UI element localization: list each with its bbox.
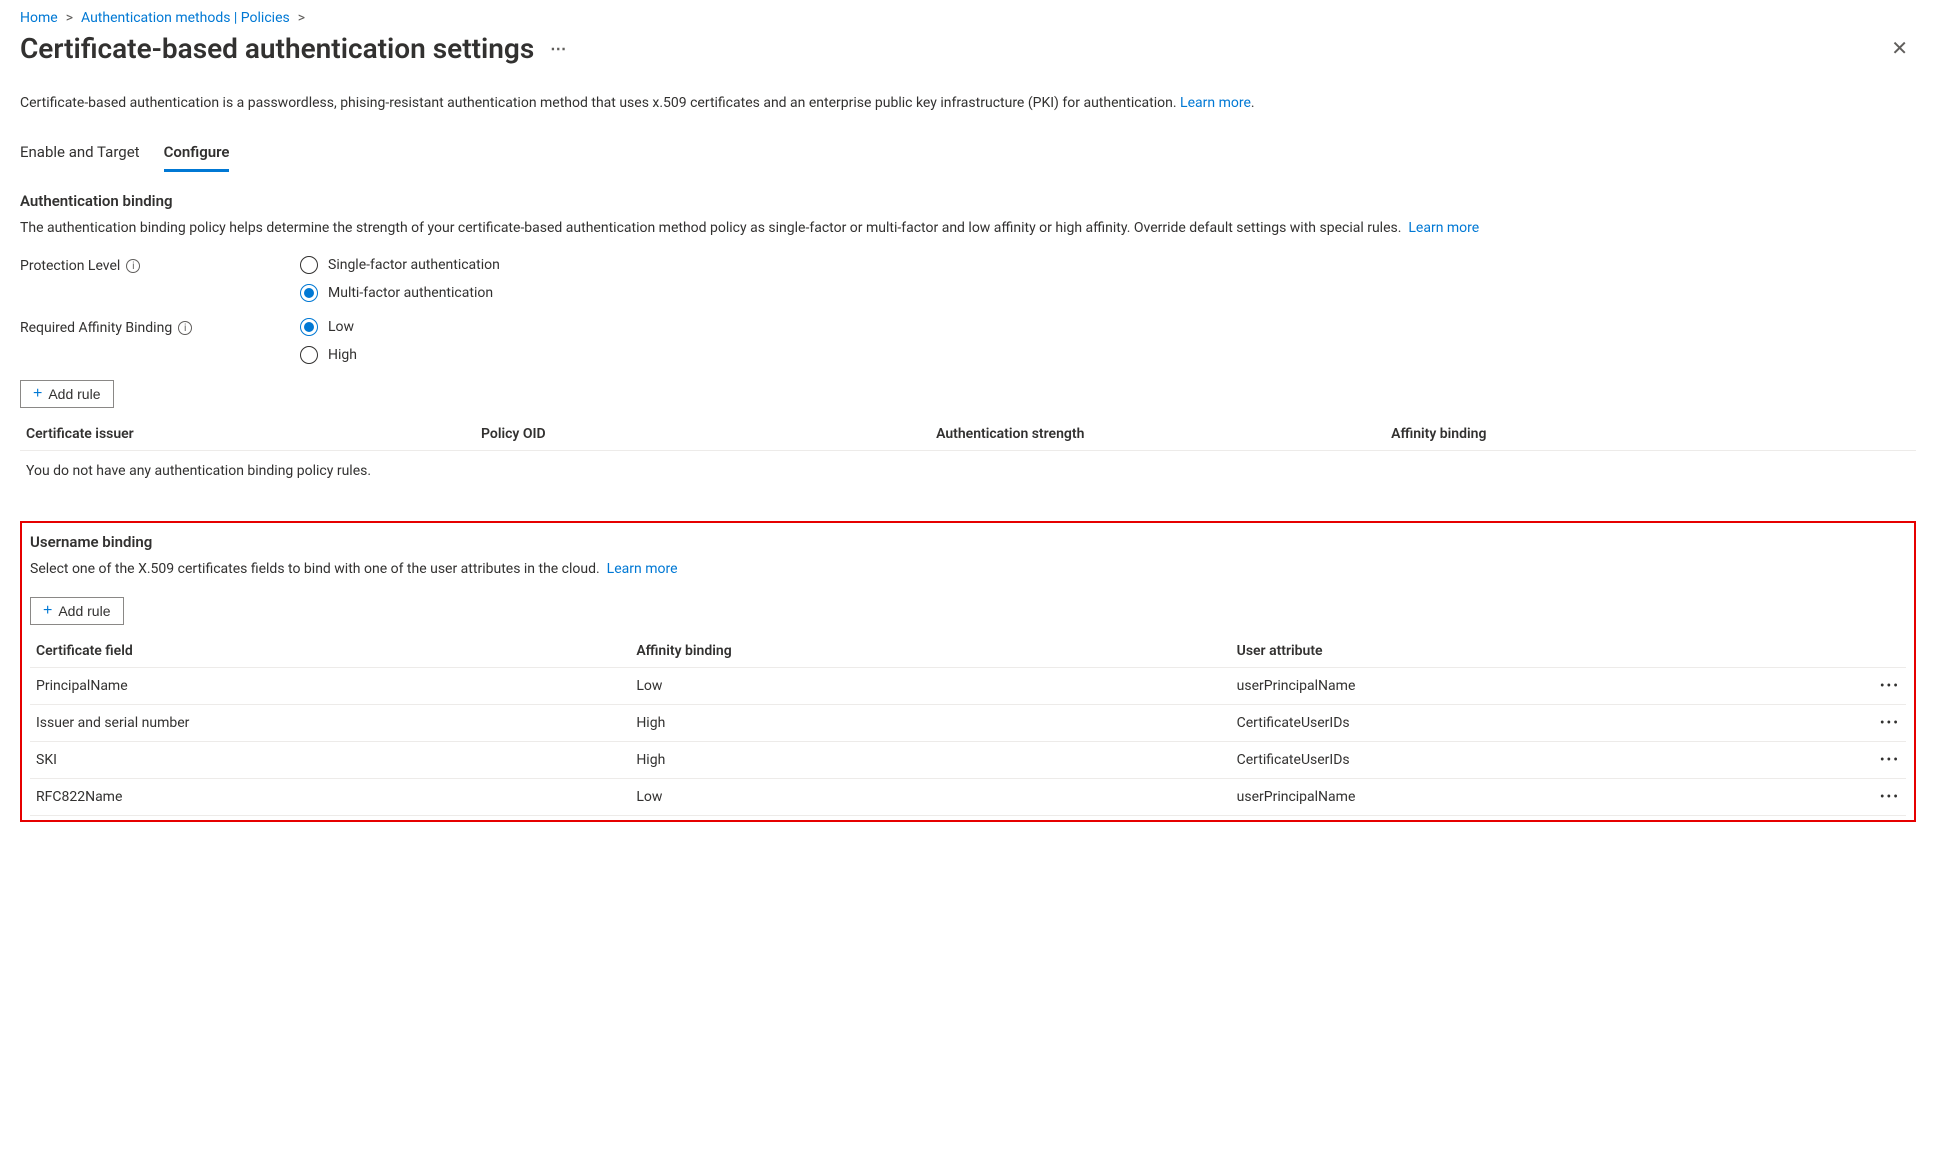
username-binding-section: Username binding Select one of the X.509… — [20, 521, 1916, 822]
table-header-row: Certificate issuer Policy OID Authentica… — [20, 418, 1916, 451]
username-binding-desc-text: Select one of the X.509 certificates fie… — [30, 561, 600, 577]
page-title: Certificate-based authentication setting… — [20, 32, 568, 65]
info-icon[interactable]: i — [126, 259, 140, 273]
auth-binding-learn-more-link[interactable]: Learn more — [1408, 220, 1479, 236]
add-auth-rule-button[interactable]: + Add rule — [20, 380, 114, 408]
radio-multi-factor[interactable]: Multi-factor authentication — [300, 284, 500, 302]
affinity-binding-label: Required Affinity Binding i — [20, 318, 300, 336]
radio-icon — [300, 284, 318, 302]
affinity-binding-row: Required Affinity Binding i Low High — [20, 318, 1916, 364]
cell-certificate-field: PrincipalName — [30, 668, 630, 705]
auth-binding-empty-message: You do not have any authentication bindi… — [20, 451, 1916, 491]
protection-level-row: Protection Level i Single-factor authent… — [20, 256, 1916, 302]
radio-single-factor[interactable]: Single-factor authentication — [300, 256, 500, 274]
info-icon[interactable]: i — [178, 321, 192, 335]
cell-certificate-field: SKI — [30, 742, 630, 779]
table-row[interactable]: PrincipalNameLowuserPrincipalName ••• — [30, 668, 1906, 705]
page-title-text: Certificate-based authentication setting… — [20, 32, 534, 65]
authentication-binding-section: Authentication binding The authenticatio… — [20, 192, 1916, 491]
col-policy-oid[interactable]: Policy OID — [475, 418, 930, 451]
radio-affinity-high[interactable]: High — [300, 346, 357, 364]
cell-user-attribute: CertificateUserIDs — [1231, 705, 1794, 742]
breadcrumb-auth-methods[interactable]: Authentication methods | Policies — [81, 10, 290, 26]
username-binding-description: Select one of the X.509 certificates fie… — [30, 561, 1906, 577]
close-icon: ✕ — [1891, 38, 1908, 60]
tab-configure[interactable]: Configure — [164, 135, 230, 172]
cell-user-attribute: CertificateUserIDs — [1231, 742, 1794, 779]
radio-icon — [300, 256, 318, 274]
tab-enable-and-target[interactable]: Enable and Target — [20, 135, 140, 172]
radio-multi-factor-label: Multi-factor authentication — [328, 285, 493, 301]
table-row[interactable]: RFC822NameLowuserPrincipalName ••• — [30, 779, 1906, 816]
cell-affinity-binding: Low — [630, 779, 1230, 816]
more-icon: ••• — [1880, 715, 1900, 731]
affinity-binding-text: Required Affinity Binding — [20, 320, 172, 336]
username-binding-learn-more-link[interactable]: Learn more — [607, 561, 678, 577]
cell-certificate-field: RFC822Name — [30, 779, 630, 816]
radio-icon — [300, 346, 318, 364]
more-icon: ••• — [1880, 789, 1900, 805]
breadcrumb-home[interactable]: Home — [20, 10, 58, 26]
cell-affinity-binding: High — [630, 705, 1230, 742]
radio-single-factor-label: Single-factor authentication — [328, 257, 500, 273]
username-binding-heading: Username binding — [30, 533, 1906, 551]
chevron-right-icon: > — [66, 10, 73, 26]
row-more-button[interactable]: ••• — [1793, 779, 1906, 816]
username-binding-table: Certificate field Affinity binding User … — [30, 635, 1906, 816]
radio-affinity-low[interactable]: Low — [300, 318, 357, 336]
add-rule-label: Add rule — [48, 386, 100, 402]
protection-level-text: Protection Level — [20, 258, 120, 274]
affinity-binding-radio-group: Low High — [300, 318, 357, 364]
col-auth-strength[interactable]: Authentication strength — [930, 418, 1385, 451]
table-header-row: Certificate field Affinity binding User … — [30, 635, 1906, 668]
radio-affinity-high-label: High — [328, 347, 357, 363]
radio-icon — [300, 318, 318, 336]
page-description: Certificate-based authentication is a pa… — [20, 95, 1916, 111]
cell-affinity-binding: Low — [630, 668, 1230, 705]
col-affinity-binding[interactable]: Affinity binding — [630, 635, 1230, 668]
close-button[interactable]: ✕ — [1883, 32, 1916, 65]
auth-binding-table: Certificate issuer Policy OID Authentica… — [20, 418, 1916, 451]
table-row[interactable]: SKIHighCertificateUserIDs ••• — [30, 742, 1906, 779]
cell-certificate-field: Issuer and serial number — [30, 705, 630, 742]
row-more-button[interactable]: ••• — [1793, 742, 1906, 779]
plus-icon: + — [43, 602, 52, 620]
col-user-attribute[interactable]: User attribute — [1231, 635, 1794, 668]
cell-user-attribute: userPrincipalName — [1231, 779, 1794, 816]
auth-binding-description: The authentication binding policy helps … — [20, 220, 1916, 236]
learn-more-link[interactable]: Learn more — [1180, 95, 1251, 111]
more-icon: ••• — [1880, 752, 1900, 768]
auth-binding-heading: Authentication binding — [20, 192, 1916, 210]
breadcrumb: Home > Authentication methods | Policies… — [20, 10, 1916, 26]
protection-level-radio-group: Single-factor authentication Multi-facto… — [300, 256, 500, 302]
protection-level-label: Protection Level i — [20, 256, 300, 274]
row-more-button[interactable]: ••• — [1793, 668, 1906, 705]
row-more-button[interactable]: ••• — [1793, 705, 1906, 742]
table-row[interactable]: Issuer and serial numberHighCertificateU… — [30, 705, 1906, 742]
add-username-rule-button[interactable]: + Add rule — [30, 597, 124, 625]
more-icon: ••• — [1880, 678, 1900, 694]
col-affinity-binding[interactable]: Affinity binding — [1385, 418, 1916, 451]
cell-affinity-binding: High — [630, 742, 1230, 779]
add-rule-label: Add rule — [58, 603, 110, 619]
col-certificate-issuer[interactable]: Certificate issuer — [20, 418, 475, 451]
auth-binding-desc-text: The authentication binding policy helps … — [20, 220, 1401, 236]
col-actions — [1793, 635, 1906, 668]
page-description-text: Certificate-based authentication is a pa… — [20, 95, 1177, 111]
page-header: Certificate-based authentication setting… — [20, 32, 1916, 65]
more-icon[interactable]: ⋯ — [550, 39, 568, 58]
plus-icon: + — [33, 385, 42, 403]
radio-affinity-low-label: Low — [328, 319, 354, 335]
cell-user-attribute: userPrincipalName — [1231, 668, 1794, 705]
tab-list: Enable and Target Configure — [20, 135, 1916, 172]
chevron-right-icon: > — [298, 10, 305, 26]
col-certificate-field[interactable]: Certificate field — [30, 635, 630, 668]
